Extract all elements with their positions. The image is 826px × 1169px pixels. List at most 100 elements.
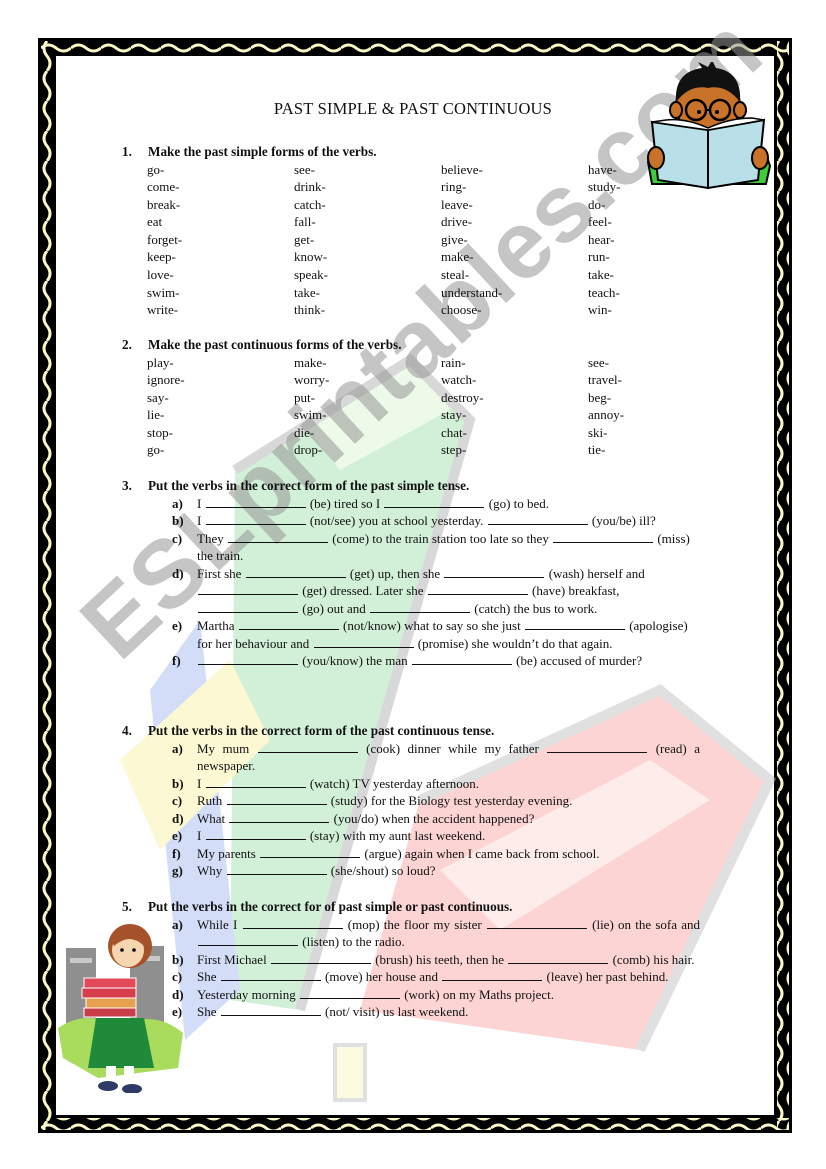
section-3: 3. Put the verbs in the correct form of t… [122,477,742,670]
item-sentence: My mum (cook) dinner while my father (re… [197,740,700,775]
item-letter: d) [172,565,184,581]
answer-blank[interactable] [486,916,587,929]
verb-prompt: watch- [441,372,477,388]
verb-prompt: fall- [294,214,316,230]
section-instruction: Put the verbs in the correct form of the… [148,478,470,493]
sentence-fragment: (cook) dinner while my father [358,740,547,756]
verb-prompt: make- [441,249,474,265]
verb-grid: play-make-rain-see-ignore-worry-watch-tr… [147,354,742,460]
verb-prompt: die- [294,424,315,440]
exercise-item: a) My mum (cook) dinner while my father (… [172,740,700,775]
item-sentence: I (not/see) you at school yesterday. (yo… [197,512,700,530]
answer-blank[interactable] [205,775,306,788]
verb-prompt: chat- [441,424,467,440]
sentence-fragment: (leave) her past behind. [543,969,669,984]
answer-blank[interactable] [553,530,654,543]
answer-blank[interactable] [198,600,298,613]
section-instruction: Make the past continuous forms of the ve… [148,337,402,352]
verb-prompt: leave- [441,196,473,212]
sentence-fragment: I [197,775,205,791]
exercise-items: a) My mum (cook) dinner while my father (… [172,740,700,880]
sentence-fragment: (go) out and [299,600,370,616]
verb-prompt: write- [147,302,179,318]
sentence-fragment: (stay) with my aunt last weekend. [306,828,486,843]
verb-prompt: catch- [294,196,326,212]
section-5: 5. Put the verbs in the correct for of pa… [122,898,742,1021]
answer-blank[interactable] [229,810,330,823]
answer-blank[interactable] [487,512,588,525]
answer-blank[interactable] [205,827,306,840]
verb-prompt: choose- [441,302,482,318]
verb-prompt: keep- [147,249,176,265]
answer-blank[interactable] [205,512,306,525]
exercise-item: e) I (stay) with my aunt last weekend. [172,827,700,845]
verb-prompt: eat [147,214,163,230]
exercise-item: d) First she (get) up, then she (wash) he… [172,565,700,618]
answer-blank[interactable] [220,968,321,981]
item-sentence: Yesterday morning (work) on my Maths pro… [197,986,700,1004]
sentence-fragment: (be) accused of murder? [512,653,643,668]
sentence-fragment: (lie) on the sofa and [587,916,701,932]
verb-prompt: give- [441,231,468,247]
exercise-items: a) While I (mop) the floor my sister (lie… [172,916,700,1021]
answer-blank[interactable] [257,740,358,753]
item-sentence: First Michael (brush) his teeth, then he… [197,951,700,969]
answer-blank[interactable] [205,495,306,508]
girl-carrying-books-illustration [58,924,183,1093]
answer-blank[interactable] [242,916,343,929]
verb-prompt: annoy- [588,407,625,423]
sentence-fragment: (you/do) when the accident happened? [330,810,535,826]
answer-blank[interactable] [198,933,298,946]
answer-blank[interactable] [547,740,648,753]
answer-blank[interactable] [227,530,328,543]
exercise-items: a) I (be) tired so I (go) to bed. b) I (not… [172,495,700,670]
exercise-item: a) While I (mop) the floor my sister (lie… [172,916,700,951]
answer-blank[interactable] [384,495,485,508]
exercise-item: b) I (not/see) you at school yesterday. (… [172,512,700,530]
exercise-item: f) My parents (argue) again when I came b… [172,845,700,863]
answer-blank[interactable] [226,792,327,805]
answer-blank[interactable] [245,565,346,578]
answer-blank[interactable] [411,652,512,665]
answer-blank[interactable] [198,652,298,665]
answer-blank[interactable] [238,617,339,630]
item-letter: a) [172,495,183,511]
answer-blank[interactable] [427,582,528,595]
answer-blank[interactable] [524,617,625,630]
verb-prompt: ski- [588,424,608,440]
answer-blank[interactable] [508,951,609,964]
answer-blank[interactable] [260,845,361,858]
answer-blank[interactable] [198,582,298,595]
verb-prompt: know- [294,249,328,265]
sentence-fragment: (study) for the Biology test yesterday e… [327,793,573,808]
sentence-fragment: First Michael [197,951,270,967]
item-sentence: I (watch) TV yesterday afternoon. [197,775,700,793]
answer-blank[interactable] [220,1003,321,1016]
verb-prompt: see- [294,161,315,177]
section-heading: 2. Make the past continuous forms of the … [122,336,742,354]
section-2: 2. Make the past continuous forms of the … [122,336,742,459]
sentence-fragment: My parents [197,845,260,861]
item-sentence: Martha (not/know) what to say so she jus… [197,617,700,652]
answer-blank[interactable] [370,600,471,613]
sentence-fragment: She [197,969,220,984]
sentence-fragment: I [197,828,205,843]
answer-blank[interactable] [444,565,545,578]
sentence-fragment: (listen) to the radio. [299,934,405,949]
answer-blank[interactable] [270,951,371,964]
answer-blank[interactable] [299,986,400,999]
answer-blank[interactable] [313,635,414,648]
verb-prompt: swim- [147,284,180,300]
section-instruction: Put the verbs in the correct for of past… [148,899,513,914]
item-sentence: While I (mop) the floor my sister (lie) … [197,916,700,951]
sentence-fragment: I [197,513,205,528]
exercise-item: c) She (move) her house and (leave) her p… [172,968,700,986]
answer-blank[interactable] [442,968,543,981]
sentence-fragment: (get) up, then she [346,565,444,581]
verb-prompt: do- [588,196,606,212]
answer-blank[interactable] [226,862,327,875]
section-number: 3. [122,478,132,493]
verb-prompt: break- [147,196,181,212]
verb-prompt: ring- [441,179,467,195]
item-sentence: (you/know) the man (be) accused of murde… [197,652,700,670]
